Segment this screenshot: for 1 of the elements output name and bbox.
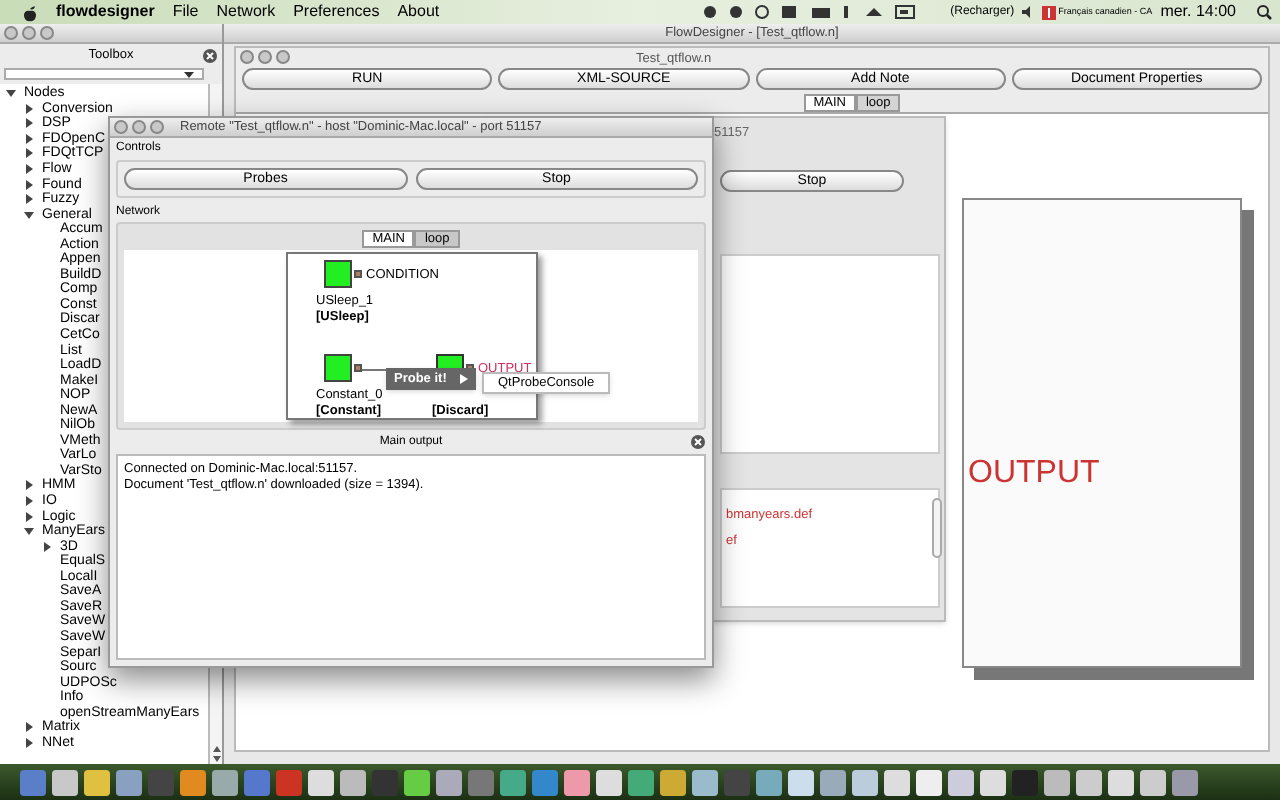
note-text: OUTPUT	[968, 453, 1100, 493]
